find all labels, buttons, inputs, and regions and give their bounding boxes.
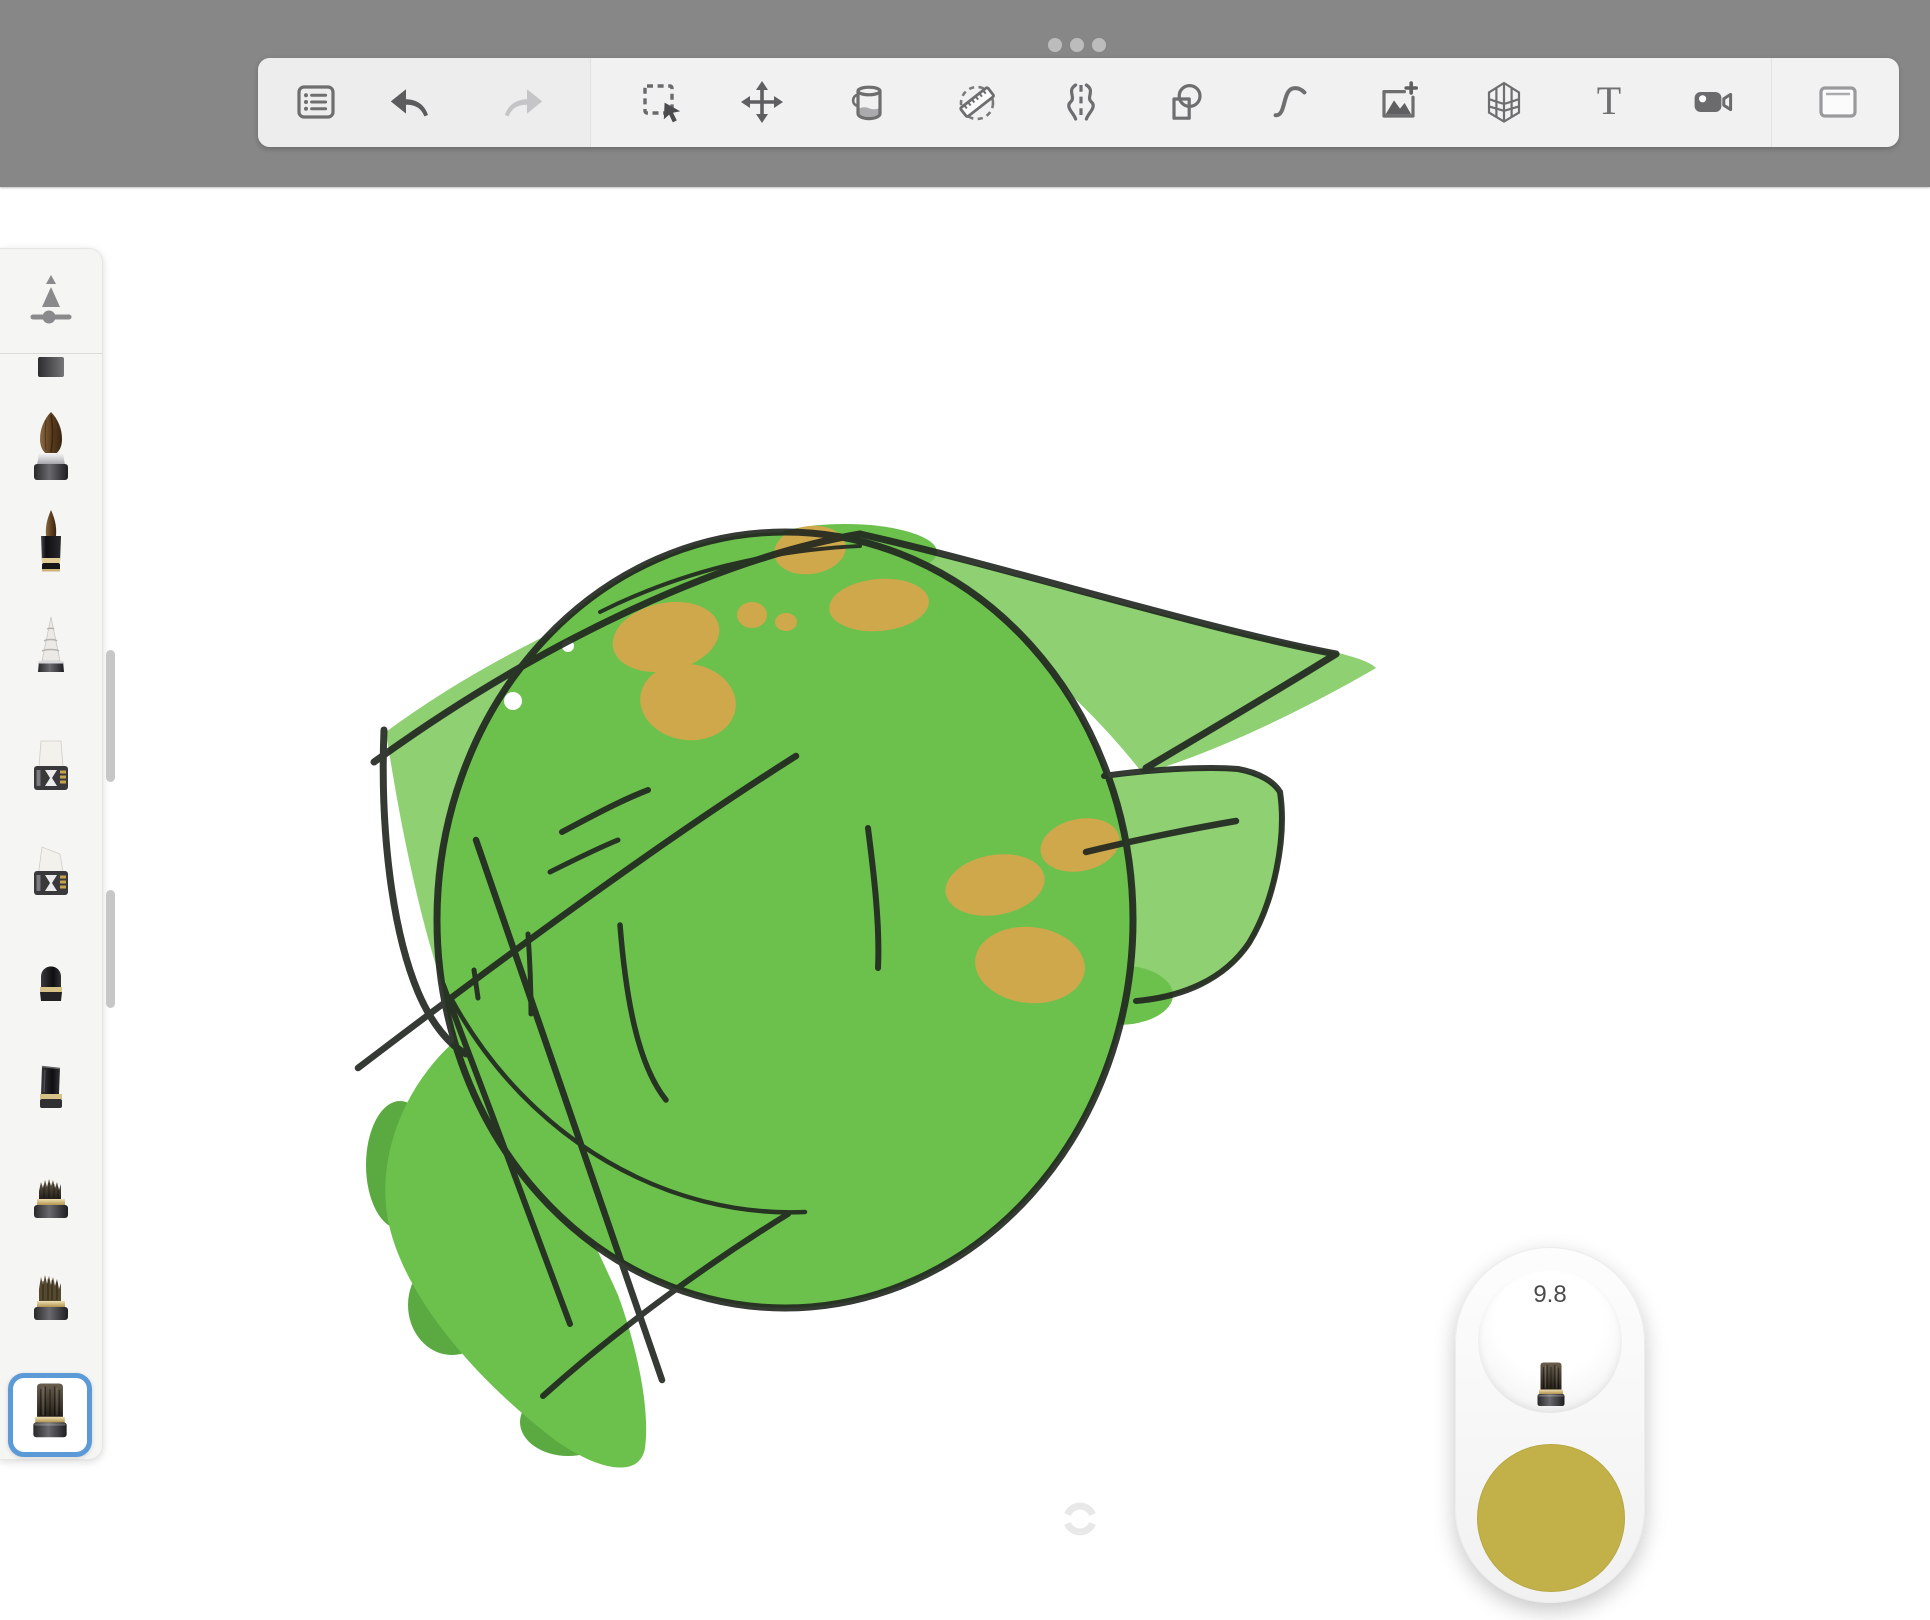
wide-flat-bristle-icon <box>1527 1352 1575 1424</box>
ruler-button[interactable] <box>948 71 1006 133</box>
brush-sidebar <box>0 248 103 1460</box>
ruler-icon <box>953 78 1001 126</box>
undo-arrow-icon <box>386 78 434 126</box>
drag-dots-icon[interactable] <box>1048 38 1106 52</box>
text-button[interactable]: T <box>1580 71 1638 133</box>
brush-watercolor-round[interactable] <box>19 408 83 488</box>
brush-tall-bristle[interactable] <box>19 1269 83 1349</box>
video-camera-icon <box>1689 78 1737 126</box>
canvas-format-button[interactable] <box>1809 71 1867 133</box>
sidebar-scrollbar-segment[interactable] <box>106 650 115 782</box>
brush-wide-flat-bristle-selected[interactable] <box>8 1373 92 1457</box>
color-swatch[interactable] <box>1477 1444 1625 1592</box>
brush-ink-liner[interactable] <box>19 508 83 588</box>
sidebar-scrollbar-segment[interactable] <box>106 890 115 1008</box>
paint-jar-icon <box>845 78 893 126</box>
move-arrows-icon <box>738 78 786 126</box>
record-button[interactable] <box>1684 71 1742 133</box>
brush-flat-charcoal[interactable] <box>19 1056 83 1136</box>
brush-short-bristle[interactable] <box>19 1167 83 1247</box>
svg-text:T: T <box>1597 78 1621 123</box>
brush-partially-scrolled[interactable] <box>38 357 64 377</box>
move-button[interactable] <box>733 71 791 133</box>
canvas-frame-icon <box>1814 78 1862 126</box>
marquee-select-icon <box>637 78 685 126</box>
brush-pastel-pencil[interactable] <box>19 613 83 693</box>
list-icon <box>292 78 340 126</box>
import-image-button[interactable] <box>1369 71 1427 133</box>
brush-angled-marker[interactable] <box>19 838 83 918</box>
main-toolbar: T <box>258 58 1898 147</box>
image-plus-icon <box>1374 78 1422 126</box>
curve-icon <box>1266 78 1314 126</box>
drawing-canvas-artwork[interactable] <box>300 400 1500 1500</box>
select-button[interactable] <box>632 71 690 133</box>
shapes-button[interactable] <box>1156 71 1214 133</box>
shapes-icon <box>1161 78 1209 126</box>
symmetry-icon <box>1057 78 1105 126</box>
sync-icon <box>1062 1501 1098 1537</box>
perspective-button[interactable] <box>1475 71 1533 133</box>
undo-button[interactable] <box>381 71 439 133</box>
brush-round-crayon[interactable] <box>19 951 83 1031</box>
redo-arrow-icon <box>499 78 547 126</box>
brush-settings-button[interactable] <box>23 271 79 331</box>
redo-button[interactable] <box>494 71 552 133</box>
sidebar-divider <box>0 353 103 354</box>
brush-settings-icon <box>23 271 79 331</box>
fill-button[interactable] <box>840 71 898 133</box>
perspective-grid-icon <box>1480 78 1528 126</box>
curve-button[interactable] <box>1261 71 1319 133</box>
brush-size-color-widget[interactable]: 9.8 <box>1455 1247 1645 1603</box>
brush-flat-marker[interactable] <box>19 733 83 813</box>
top-header-bar: T <box>0 0 1930 187</box>
text-icon: T <box>1585 78 1633 126</box>
layers-button[interactable] <box>287 71 345 133</box>
wide-flat-bristle-icon <box>20 1378 80 1452</box>
brush-size-value: 9.8 <box>1478 1281 1622 1309</box>
symmetry-button[interactable] <box>1052 71 1110 133</box>
